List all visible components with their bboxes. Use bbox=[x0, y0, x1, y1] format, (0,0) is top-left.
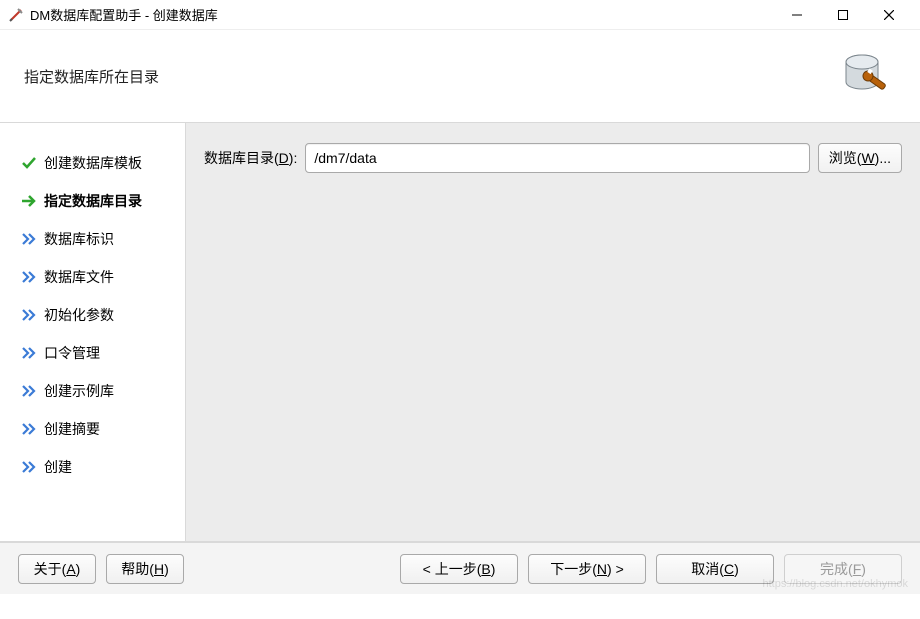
btn-hotkey: F bbox=[853, 561, 862, 577]
btn-prefix: 关于( bbox=[34, 561, 67, 577]
step-init-params[interactable]: 初始化参数 bbox=[20, 301, 177, 329]
back-button[interactable]: < 上一步(B) bbox=[400, 554, 518, 584]
step-label: 数据库标识 bbox=[44, 229, 114, 249]
next-button[interactable]: 下一步(N) > bbox=[528, 554, 646, 584]
step-create-sample[interactable]: 创建示例库 bbox=[20, 377, 177, 405]
database-wrench-icon bbox=[840, 48, 896, 104]
step-label: 初始化参数 bbox=[44, 305, 114, 325]
double-chevron-icon bbox=[20, 422, 38, 436]
about-button[interactable]: 关于(A) bbox=[18, 554, 96, 584]
btn-prefix: < 上一步( bbox=[423, 561, 482, 577]
close-button[interactable] bbox=[866, 0, 912, 30]
step-specify-directory[interactable]: 指定数据库目录 bbox=[20, 187, 177, 215]
step-password-management[interactable]: 口令管理 bbox=[20, 339, 177, 367]
label-prefix: 数据库目录( bbox=[204, 150, 279, 166]
double-chevron-icon bbox=[20, 346, 38, 360]
step-create-template[interactable]: 创建数据库模板 bbox=[20, 149, 177, 177]
checkmark-icon bbox=[20, 156, 38, 170]
step-create-summary[interactable]: 创建摘要 bbox=[20, 415, 177, 443]
btn-prefix: 浏览( bbox=[829, 150, 862, 166]
btn-hotkey: N bbox=[597, 561, 607, 577]
btn-suffix: ) bbox=[734, 561, 739, 577]
titlebar: DM数据库配置助手 - 创建数据库 bbox=[0, 0, 920, 30]
body: 创建数据库模板 指定数据库目录 数据库标识 数据库文件 初始化参数 bbox=[0, 123, 920, 541]
double-chevron-icon bbox=[20, 270, 38, 284]
btn-prefix: 下一步( bbox=[550, 561, 597, 577]
double-chevron-icon bbox=[20, 384, 38, 398]
step-database-files[interactable]: 数据库文件 bbox=[20, 263, 177, 291]
step-label: 创建摘要 bbox=[44, 419, 100, 439]
directory-label: 数据库目录(D): bbox=[204, 148, 297, 168]
help-button[interactable]: 帮助(H) bbox=[106, 554, 184, 584]
btn-suffix: ) bbox=[76, 561, 81, 577]
window-controls bbox=[774, 0, 912, 30]
label-suffix: ): bbox=[289, 150, 298, 166]
cancel-button[interactable]: 取消(C) bbox=[656, 554, 774, 584]
step-label: 创建数据库模板 bbox=[44, 153, 142, 173]
btn-hotkey: W bbox=[861, 150, 874, 166]
double-chevron-icon bbox=[20, 308, 38, 322]
btn-suffix: )... bbox=[875, 150, 891, 166]
btn-prefix: 帮助( bbox=[121, 561, 154, 577]
finish-button: 完成(F) bbox=[784, 554, 902, 584]
header: 指定数据库所在目录 bbox=[0, 30, 920, 122]
steps-sidebar: 创建数据库模板 指定数据库目录 数据库标识 数据库文件 初始化参数 bbox=[0, 123, 186, 541]
btn-prefix: 完成( bbox=[820, 561, 853, 577]
directory-row: 数据库目录(D): 浏览(W)... bbox=[204, 143, 902, 173]
btn-hotkey: C bbox=[724, 561, 734, 577]
btn-prefix: 取消( bbox=[691, 561, 724, 577]
btn-suffix: ) > bbox=[607, 561, 624, 577]
maximize-button[interactable] bbox=[820, 0, 866, 30]
btn-hotkey: B bbox=[481, 561, 490, 577]
page-title: 指定数据库所在目录 bbox=[24, 66, 159, 87]
app-icon bbox=[8, 7, 24, 23]
arrow-right-icon bbox=[20, 194, 38, 208]
step-label: 数据库文件 bbox=[44, 267, 114, 287]
window-title: DM数据库配置助手 - 创建数据库 bbox=[30, 5, 774, 24]
label-hotkey: D bbox=[279, 150, 289, 166]
double-chevron-icon bbox=[20, 460, 38, 474]
btn-suffix: ) bbox=[164, 561, 169, 577]
btn-hotkey: H bbox=[154, 561, 164, 577]
btn-hotkey: A bbox=[66, 561, 75, 577]
footer: 关于(A) 帮助(H) < 上一步(B) 下一步(N) > 取消(C) 完成(F… bbox=[0, 542, 920, 594]
minimize-button[interactable] bbox=[774, 0, 820, 30]
step-database-identifier[interactable]: 数据库标识 bbox=[20, 225, 177, 253]
double-chevron-icon bbox=[20, 232, 38, 246]
browse-button[interactable]: 浏览(W)... bbox=[818, 143, 902, 173]
step-label: 口令管理 bbox=[44, 343, 100, 363]
step-create[interactable]: 创建 bbox=[20, 453, 177, 481]
main-panel: 数据库目录(D): 浏览(W)... bbox=[186, 123, 920, 541]
step-label: 指定数据库目录 bbox=[44, 191, 142, 211]
step-label: 创建示例库 bbox=[44, 381, 114, 401]
step-label: 创建 bbox=[44, 457, 72, 477]
btn-suffix: ) bbox=[491, 561, 496, 577]
directory-input[interactable] bbox=[305, 143, 809, 173]
btn-suffix: ) bbox=[861, 561, 866, 577]
